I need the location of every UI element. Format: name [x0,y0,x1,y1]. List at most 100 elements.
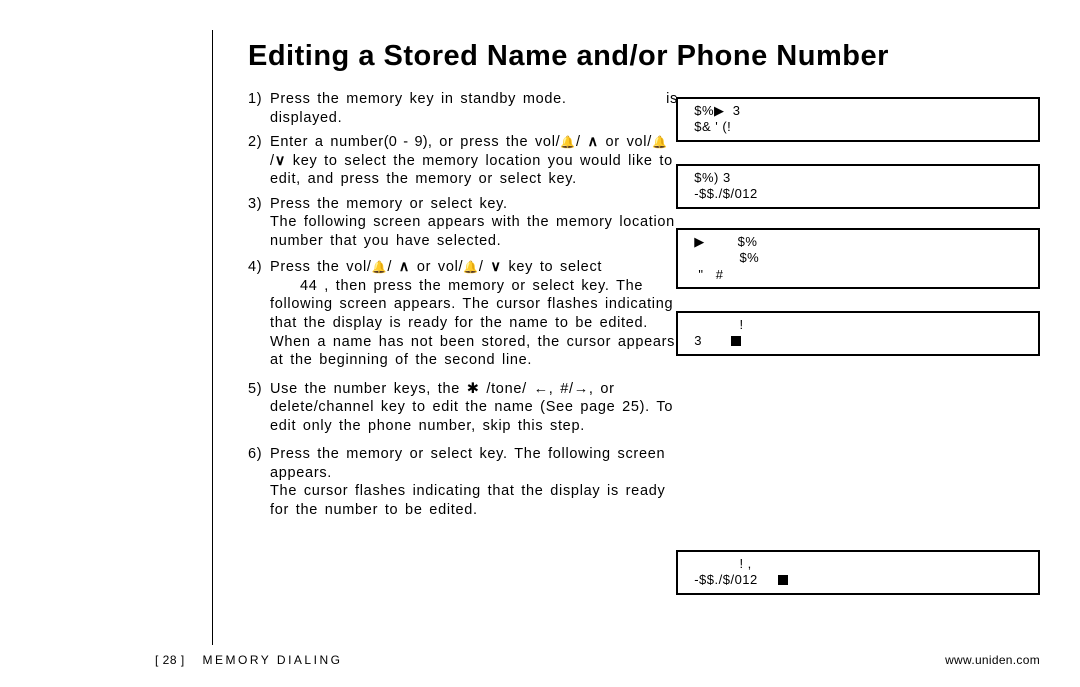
text: memory [346,91,403,107]
text: vol/ [346,259,371,275]
vertical-divider [212,30,213,645]
step-text: Press the memory key in standby mode. is… [270,90,678,127]
text: / [387,259,398,275]
step-text: Press the vol/🔔/ ∧ or vol/🔔/ ∨ key to se… [270,258,678,369]
text: key to select the memory location you wo… [270,153,673,188]
text: key. [549,171,577,187]
text: or [479,171,493,187]
lcd-text: 3 [686,333,731,348]
text: , or press the [428,134,528,150]
text: memory [448,278,505,294]
text: Press the [270,259,340,275]
lcd-line: 3 [686,333,1030,349]
lcd-line: -$$./$/012 [686,572,1030,588]
text: select [533,278,575,294]
text: Press the [270,446,340,462]
bell-icon: 🔔 [560,135,576,149]
step-6: 6) Press the memory or select key. The f… [248,445,678,519]
step-text: Press the memory or select key. The foll… [270,445,678,519]
lcd-line: $%) 3 [686,170,1030,186]
section-name: MEMORY DIALING [203,653,343,667]
text: or vol/ [606,134,652,150]
text: The following screen appears with the me… [270,214,675,249]
text: The cursor flashes indicating that the d… [270,483,665,518]
up-arrow-icon: ∧ [399,259,410,275]
text: Press the [270,91,340,107]
text: select [431,446,473,462]
step-number: 5) [248,380,270,436]
step-number: 3) [248,195,270,251]
text: displayed. [270,110,342,126]
lcd-display-5: ! , -$$./$/012 [676,550,1040,595]
step-number: 2) [248,133,270,189]
down-arrow-icon: ∨ [490,259,501,275]
step-2: 2) Enter a number(0 - 9), or press the v… [248,133,678,189]
lcd-line: ▶ $% [686,234,1030,250]
lcd-line: $& ' (! [686,119,1030,135]
text: , or [589,381,615,397]
footer-left: [ 28 ] MEMORY DIALING [155,653,342,667]
step-text: Use the number keys, the ✱ /tone/ ←, #/→… [270,380,678,436]
text: key in standby mode. [410,91,567,107]
text: , then press the [324,278,441,294]
page-title: Editing a Stored Name and/or Phone Numbe… [248,40,889,73]
text: , #/ [549,381,574,397]
footer-url: www.uniden.com [945,653,1040,667]
text: delete/channel [270,399,374,415]
step-text: Press the memory or select key. The foll… [270,195,678,251]
text: or vol/ [417,259,463,275]
lcd-line: ! [686,317,1030,333]
star-icon: ✱ [467,381,480,397]
down-arrow-icon: ∨ [275,153,286,169]
instruction-body: 1) Press the memory key in standby mode.… [248,90,678,523]
text: memory [346,196,403,212]
left-arrow-icon: ← [534,381,549,397]
text: memory [415,171,472,187]
cursor-icon [778,575,788,585]
right-arrow-icon: → [574,381,589,397]
text: or [410,446,424,462]
lcd-line: $%▶ 3 [686,103,1030,119]
text: key. [479,196,507,212]
text: memory [346,446,403,462]
lcd-display-1: $%▶ 3 $& ' (! [676,97,1040,142]
text: (0 - 9) [384,134,428,150]
text: select [500,171,542,187]
lcd-display-3: ▶ $% $% " # [676,228,1040,289]
page-number: [ 28 ] [155,653,185,667]
lcd-line: " # [686,267,1030,283]
up-arrow-icon: ∧ [587,134,598,150]
bell-icon: 🔔 [463,260,479,274]
step-number: 4) [248,258,270,369]
text: key. The [581,278,643,294]
step-3: 3) Press the memory or select key. The f… [248,195,678,251]
step-5: 5) Use the number keys, the ✱ /tone/ ←, … [248,380,678,436]
lcd-line: ! , [686,556,1030,572]
bell-icon: 🔔 [372,260,388,274]
text: or [511,278,525,294]
lcd-line: $% [686,250,1030,266]
lcd-display-4: ! 3 [676,311,1040,356]
lcd-display-2: $%) 3 -$$./$/012 [676,164,1040,209]
text: Press the [270,196,340,212]
text: / [479,259,490,275]
lcd-text: -$$./$/012 [686,572,778,587]
text: 44 [300,278,318,294]
cursor-icon [731,336,741,346]
step-text: Enter a number(0 - 9), or press the vol/… [270,133,678,189]
text: select [431,196,473,212]
text: / [576,134,587,150]
text: Use the number keys, the [270,381,460,397]
text: vol/ [535,134,560,150]
step-4: 4) Press the vol/🔔/ ∧ or vol/🔔/ ∨ key to… [248,258,678,369]
text: /tone/ [480,381,534,397]
text: Enter a number [270,134,384,150]
step-number: 6) [248,445,270,519]
step-1: 1) Press the memory key in standby mode.… [248,90,678,127]
text: key to select [508,259,602,275]
text: or [410,196,424,212]
bell-icon: 🔔 [652,135,668,149]
text: following screen appears. The cursor fla… [270,296,675,368]
step-number: 1) [248,90,270,127]
lcd-line: -$$./$/012 [686,186,1030,202]
